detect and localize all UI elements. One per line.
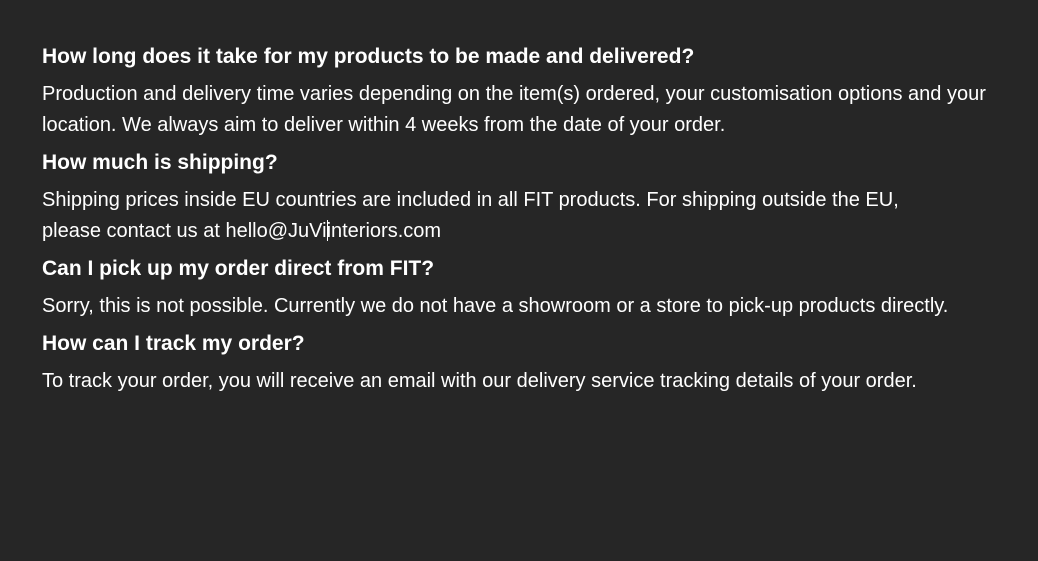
- faq-answer-shipping-line2-part2: interiors.com: [326, 220, 442, 242]
- faq-question-shipping-cost: How much is shipping?: [42, 151, 278, 174]
- faq-answer-shipping-cost[interactable]: Shipping prices inside EU countries are …: [42, 185, 1032, 247]
- faq-answer-tracking: To track your order, you will receive an…: [42, 370, 917, 392]
- faq-answer-delivery-time: Production and delivery time varies depe…: [42, 83, 986, 136]
- faq-answer-shipping-line2-part1: please contact us at hello@JuVi: [42, 220, 327, 242]
- faq-answer-shipping-line1: Shipping prices inside EU countries are …: [42, 189, 899, 211]
- faq-answer-pickup: Sorry, this is not possible. Currently w…: [42, 295, 949, 317]
- faq-question-tracking: How can I track my order?: [42, 332, 305, 355]
- faq-document: How long does it take for my products to…: [42, 42, 1032, 404]
- faq-question-delivery-time: How long does it take for my products to…: [42, 45, 695, 68]
- faq-question-pickup: Can I pick up my order direct from FIT?: [42, 257, 435, 280]
